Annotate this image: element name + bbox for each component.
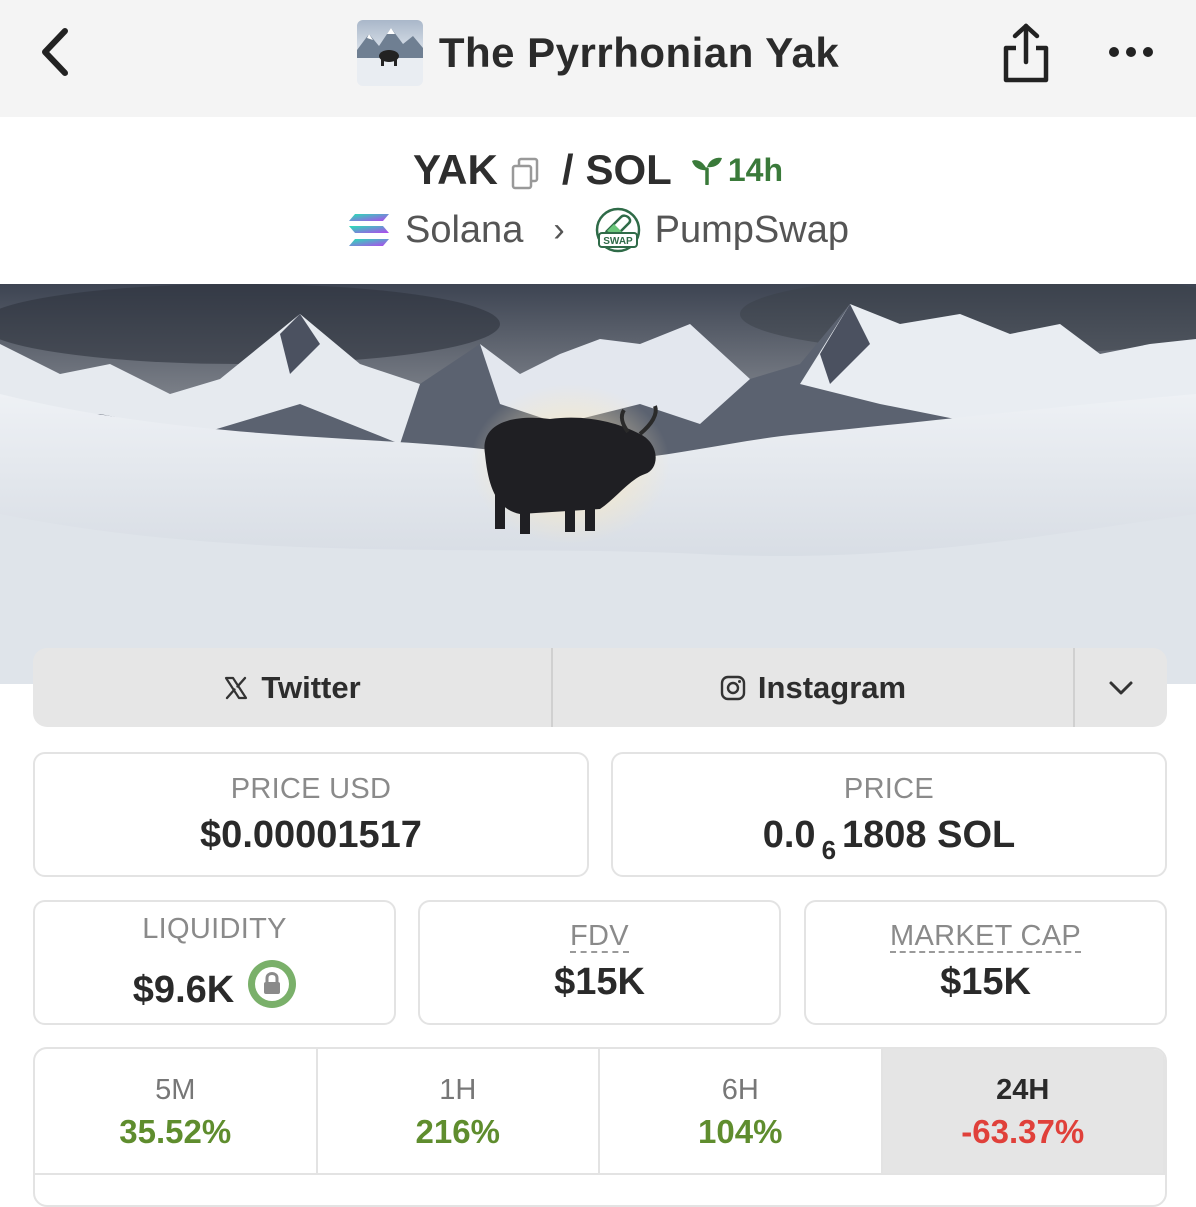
price-native-value: 0.0 6 1808 SOL xyxy=(762,813,1016,865)
token-avatar xyxy=(356,20,423,86)
tab-6h-label: 6H xyxy=(721,1073,759,1106)
tab-24h-label: 24H xyxy=(996,1073,1050,1106)
price-native-suffix: 1808 SOL xyxy=(842,813,1016,856)
market-cap-card[interactable]: MARKET CAP $15K xyxy=(804,900,1167,1025)
liquidity-card: LIQUIDITY $9.6K xyxy=(33,900,396,1025)
quote-token-symbol: SOL xyxy=(585,146,672,193)
price-native-card: PRICE 0.0 6 1808 SOL xyxy=(611,752,1167,877)
fdv-card[interactable]: FDV $15K xyxy=(418,900,781,1025)
solana-icon xyxy=(349,214,389,246)
more-options-button[interactable] xyxy=(1104,32,1158,72)
tab-24h-value: -63.37% xyxy=(961,1112,1085,1150)
copy-address-icon[interactable] xyxy=(510,153,540,190)
liquidity-value: $9.6K xyxy=(132,954,297,1012)
chevron-down-icon xyxy=(1109,681,1133,694)
dot-icon xyxy=(1126,47,1136,57)
pair-header: YAK / SOL 14h xyxy=(0,140,1196,200)
market-cap-text: $15K xyxy=(940,961,1031,1004)
more-links-button[interactable] xyxy=(1075,648,1167,727)
twitter-label: Twitter xyxy=(261,669,361,705)
twitter-link-button[interactable]: Twitter xyxy=(33,648,553,727)
x-logo-icon xyxy=(225,676,248,699)
fdv-label[interactable]: FDV xyxy=(570,920,629,954)
price-change-tabs: 5M 35.52% 1H 216% 6H 104% 24H -63.37% xyxy=(33,1047,1167,1207)
top-bar: The Pyrrhonian Yak xyxy=(0,0,1196,117)
price-native-prefix: 0.0 xyxy=(762,813,816,856)
price-usd-text: $0.00001517 xyxy=(200,813,422,856)
chevron-right-icon: › xyxy=(553,210,565,249)
liquidity-label: LIQUIDITY xyxy=(142,913,287,945)
lock-icon[interactable] xyxy=(248,960,297,1008)
token-banner-image xyxy=(0,284,1196,684)
pair-age: 14h xyxy=(690,152,783,189)
chain-name[interactable]: Solana xyxy=(405,209,523,252)
instagram-link-button[interactable]: Instagram xyxy=(553,648,1075,727)
market-cap-label[interactable]: MARKET CAP xyxy=(889,920,1081,954)
share-icon xyxy=(1003,23,1049,83)
tab-1h-label: 1H xyxy=(439,1073,477,1106)
instagram-label: Instagram xyxy=(757,669,907,705)
pumpswap-icon: SWAP xyxy=(595,207,640,253)
share-button[interactable] xyxy=(1000,22,1052,84)
dex-badge-text: SWAP xyxy=(603,236,633,247)
price-native-label: PRICE xyxy=(843,772,935,805)
fdv-value: $15K xyxy=(554,961,645,1004)
pair-age-text: 14h xyxy=(727,151,783,188)
tab-1h-value: 216% xyxy=(415,1112,500,1150)
price-usd-card: PRICE USD $0.00001517 xyxy=(33,752,589,877)
tab-6h-value: 104% xyxy=(698,1112,783,1150)
sprout-icon xyxy=(691,157,722,185)
pair-separator: / xyxy=(561,146,574,193)
chain-dex-row: Solana › SWAP PumpSwap xyxy=(0,200,1196,260)
page-title: The Pyrrhonian Yak xyxy=(438,29,840,76)
tab-5m-label: 5M xyxy=(155,1073,196,1106)
tab-24h[interactable]: 24H -63.37% xyxy=(882,1049,1165,1175)
price-native-zero-count: 6 xyxy=(821,834,837,865)
fdv-text: $15K xyxy=(554,961,645,1004)
liquidity-text: $9.6K xyxy=(132,969,235,1011)
social-links-bar: Twitter Instagram xyxy=(33,648,1167,727)
dot-icon xyxy=(1109,47,1119,57)
dex-name[interactable]: PumpSwap xyxy=(655,209,849,252)
tab-5m-value: 35.52% xyxy=(119,1112,232,1150)
market-cap-value: $15K xyxy=(940,961,1031,1004)
price-usd-label: PRICE USD xyxy=(230,772,392,805)
divider xyxy=(35,1173,1165,1175)
base-token-symbol: YAK xyxy=(413,146,498,193)
instagram-icon xyxy=(720,675,746,700)
tab-5m[interactable]: 5M 35.52% xyxy=(35,1049,318,1175)
dot-icon xyxy=(1143,47,1153,57)
tab-6h[interactable]: 6H 104% xyxy=(600,1049,883,1175)
tab-1h[interactable]: 1H 216% xyxy=(318,1049,600,1175)
price-usd-value: $0.00001517 xyxy=(200,814,422,857)
